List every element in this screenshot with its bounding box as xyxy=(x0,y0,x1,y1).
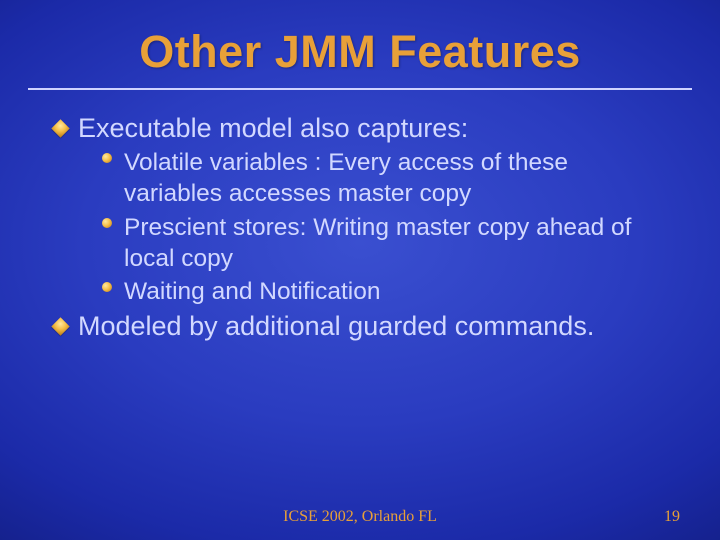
dot-icon xyxy=(102,153,112,163)
sub-bullet-text: Waiting and Notification xyxy=(124,276,662,307)
slide-footer: ICSE 2002, Orlando FL 19 xyxy=(0,508,720,526)
sub-list: Volatile variables : Every access of the… xyxy=(54,147,672,308)
slide-title: Other JMM Features xyxy=(48,26,672,78)
dot-icon xyxy=(102,218,112,228)
dot-icon xyxy=(102,282,112,292)
footer-venue: ICSE 2002, Orlando FL xyxy=(283,508,437,526)
bullet-text: Modeled by additional guarded commands. xyxy=(78,310,672,343)
bullet-item: Modeled by additional guarded commands. xyxy=(54,310,672,343)
sub-bullet-item: Waiting and Notification xyxy=(102,276,662,307)
bullet-text: Executable model also captures: xyxy=(78,112,672,145)
sub-bullet-item: Prescient stores: Writing master copy ah… xyxy=(102,212,662,275)
sub-bullet-text: Volatile variables : Every access of the… xyxy=(124,147,662,210)
slide: Other JMM Features Executable model also… xyxy=(0,0,720,540)
footer-page-number: 19 xyxy=(664,508,680,526)
diamond-icon xyxy=(54,112,78,135)
sub-bullet-item: Volatile variables : Every access of the… xyxy=(102,147,662,210)
title-rule xyxy=(28,88,692,90)
bullet-item: Executable model also captures: xyxy=(54,112,672,145)
diamond-icon xyxy=(54,310,78,333)
slide-body: Executable model also captures: Volatile… xyxy=(48,112,672,343)
sub-bullet-text: Prescient stores: Writing master copy ah… xyxy=(124,212,662,275)
